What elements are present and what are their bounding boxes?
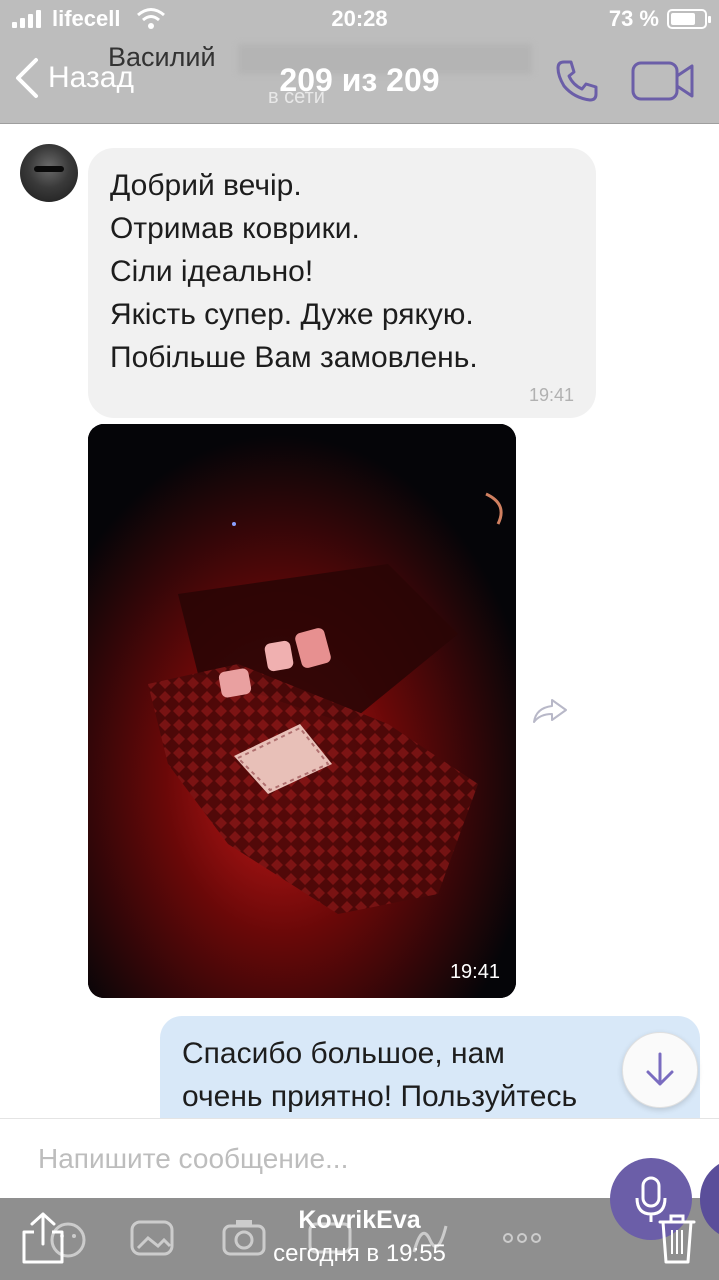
trash-icon[interactable] [656, 1210, 698, 1266]
message-line: Добрий вечір. [110, 169, 302, 202]
forward-icon[interactable] [530, 696, 570, 726]
message-line: Сіли ідеально! [110, 255, 314, 288]
message-input[interactable] [38, 1143, 558, 1175]
battery-percent: 73 % [608, 6, 659, 31]
share-title: KovrikEva [298, 1206, 421, 1234]
battery-icon [667, 9, 711, 29]
chat-header: Назад Василий в сети 209 из 209 [0, 40, 719, 124]
message-line: Спасибо большое, нам [182, 1037, 505, 1070]
message-counter: 209 из 209 [279, 62, 440, 98]
outgoing-message[interactable]: Спасибо большое, нам очень приятно! Поль… [160, 1016, 700, 1120]
status-bar: lifecell 20:28 73 % [0, 0, 719, 40]
share-subtitle: сегодня в 19:55 [273, 1240, 446, 1267]
avatar[interactable] [20, 144, 78, 202]
arrow-down-icon [646, 1052, 674, 1086]
scroll-down-button[interactable] [622, 1032, 698, 1108]
video-call-icon[interactable] [630, 58, 696, 104]
message-time: 19:41 [528, 385, 574, 405]
photo-message[interactable]: 19:41 [88, 424, 516, 998]
car-floor-mat-photo [88, 424, 516, 998]
incoming-message[interactable]: Добрий вечір. Отримав коврики. Сіли ідеа… [88, 148, 596, 418]
message-line: очень приятно! Пользуйтесь [182, 1080, 578, 1113]
message-line: Якість супер. Дуже рякую. [110, 298, 474, 331]
message-line: Отримав коврики. [110, 212, 360, 245]
photo-time: 19:41 [449, 961, 500, 983]
chat-messages[interactable]: Добрий вечір. Отримав коврики. Сіли ідеа… [0, 124, 719, 1120]
phone-icon[interactable] [552, 56, 602, 106]
message-line: Побільше Вам замовлень. [110, 341, 478, 374]
